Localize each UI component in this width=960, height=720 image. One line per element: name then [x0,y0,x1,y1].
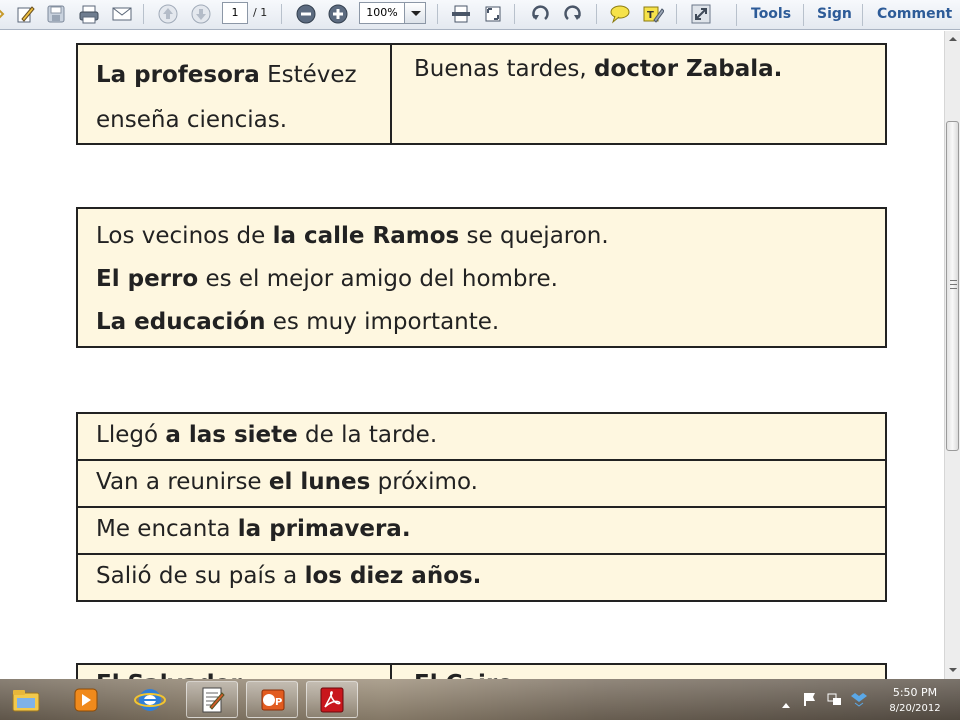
box1-right-cell: Buenas tardes, doctor Zabala. [390,43,887,145]
media-player-taskbar-button[interactable] [60,681,112,718]
sentence-line: La educación es muy importante. [96,301,867,344]
clock-time[interactable]: 5:50 PM [882,686,948,699]
bold-phrase: El perro [96,266,199,292]
powerpoint-icon: P [261,689,285,710]
sign-pane-button[interactable]: Sign [817,6,852,22]
page-total-label: / 1 [253,6,268,19]
notepad-taskbar-button[interactable] [186,681,238,718]
bold-phrase: el lunes [268,469,371,495]
grip-icon [950,280,957,289]
bold-phrase: doctor Zabala. [594,56,783,82]
bold-phrase: El Salvador [96,671,242,679]
sentence-text: Me encanta [96,516,238,542]
sentence-text: es el mejor amigo del hombre. [198,266,558,292]
adobe-reader-taskbar-button[interactable] [306,681,358,718]
table-row: Me encanta la primavera. [76,506,887,555]
scroll-up-button[interactable] [945,31,960,48]
show-hidden-icons-button[interactable] [781,694,791,713]
clock-date[interactable]: 8/20/2012 [882,703,948,714]
sentence-line: El perro es el mejor amigo del hombre. [96,258,867,301]
windows-explorer-taskbar-button[interactable] [0,681,52,718]
zoom-dropdown-button[interactable] [404,2,426,24]
internet-explorer-taskbar-button[interactable] [124,681,176,718]
sentence-text: Llegó [96,422,166,448]
box4-left-cell: El Salvador [76,663,392,679]
network-icon[interactable] [827,691,843,711]
scroll-down-button[interactable] [945,662,960,679]
print-icon[interactable] [77,3,101,25]
bold-phrase: los diez años. [304,563,482,589]
box4-right-cell: El Cairo [390,663,887,679]
action-center-flag-icon[interactable] [803,691,817,711]
toolbar-divider [596,4,597,24]
toolbar-divider [437,4,438,24]
toolbar-divider [803,4,804,26]
toolbar-divider [281,4,282,24]
scrollbar-thumb[interactable] [946,121,959,451]
bold-phrase: la calle Ramos [272,223,460,249]
sentence-text: Los vecinos de [96,223,273,249]
sentence-text: es muy importante. [265,309,500,335]
toolbar: 1 / 1 100% T Tools Sign Comment [0,0,960,30]
example-box-1: La profesora Estévez enseña ciencias. Bu… [76,43,887,145]
bold-phrase: La educación [96,309,266,335]
zoom-out-icon[interactable] [294,3,318,25]
bold-phrase: El Cairo [414,671,513,679]
tools-pane-button[interactable]: Tools [751,6,791,22]
box2-cell: Los vecinos de la calle Ramos se quejaro… [76,207,887,348]
dropbox-icon[interactable] [851,691,867,711]
expand-icon[interactable] [689,3,713,25]
sentence-text: próximo. [370,469,478,495]
example-box-4: El Salvador El Cairo [76,663,887,679]
table-row: Van a reunirse el lunes próximo. [76,459,887,508]
sentence-text: Salió de su país a [96,563,305,589]
notes-icon [202,687,225,712]
toolbar-divider [676,4,677,24]
bold-phrase: a las siete [165,422,298,448]
previous-page-icon[interactable] [156,3,180,25]
toolbar-divider [143,4,144,24]
box1-left-cell: La profesora Estévez enseña ciencias. [76,43,392,145]
folder-icon [12,689,40,711]
zoom-in-icon[interactable] [326,3,350,25]
adobe-reader-icon [320,687,344,712]
sentence-text: Buenas tardes, [414,56,594,82]
bold-phrase: La profesora [96,62,260,88]
bold-phrase: la primavera. [237,516,411,542]
edit-icon[interactable] [13,3,37,25]
sentence-text: se quejaron. [459,223,609,249]
toolbar-divider [736,4,737,26]
rotate-left-icon[interactable] [528,3,552,25]
rotate-right-icon[interactable] [561,3,585,25]
svg-text:P: P [275,697,282,708]
toolbar-divider [514,4,515,24]
media-player-icon [74,688,98,711]
fit-width-icon[interactable] [449,3,473,25]
highlight-text-icon[interactable]: T [641,3,665,25]
hand-tool-icon[interactable] [0,3,6,25]
table-row: Salió de su país a los diez años. [76,553,887,602]
page-number-input[interactable]: 1 [222,2,248,24]
sentence-line: Los vecinos de la calle Ramos se quejaro… [96,215,867,258]
save-icon[interactable] [44,3,68,25]
svg-text:T: T [647,10,654,21]
next-page-icon[interactable] [189,3,213,25]
powerpoint-taskbar-button[interactable]: P [246,681,298,718]
comment-pane-button[interactable]: Comment [877,6,952,22]
sentence-text: Van a reunirse [96,469,269,495]
example-box-2: Los vecinos de la calle Ramos se quejaro… [76,207,887,348]
zoom-level-input[interactable]: 100% [359,2,405,24]
vertical-scrollbar[interactable] [944,31,960,679]
comment-bubble-icon[interactable] [608,3,632,25]
toolbar-divider [862,4,863,26]
example-box-3: Llegó a las siete de la tarde. Van a reu… [76,412,887,602]
email-icon[interactable] [110,3,134,25]
sentence-text: de la tarde. [297,422,438,448]
internet-explorer-icon [134,688,166,711]
fit-page-icon[interactable] [481,3,505,25]
taskbar: P 5:50 PM 8/20/2012 [0,679,960,720]
document-page: La profesora Estévez enseña ciencias. Bu… [0,31,944,679]
table-row: Llegó a las siete de la tarde. [76,412,887,461]
